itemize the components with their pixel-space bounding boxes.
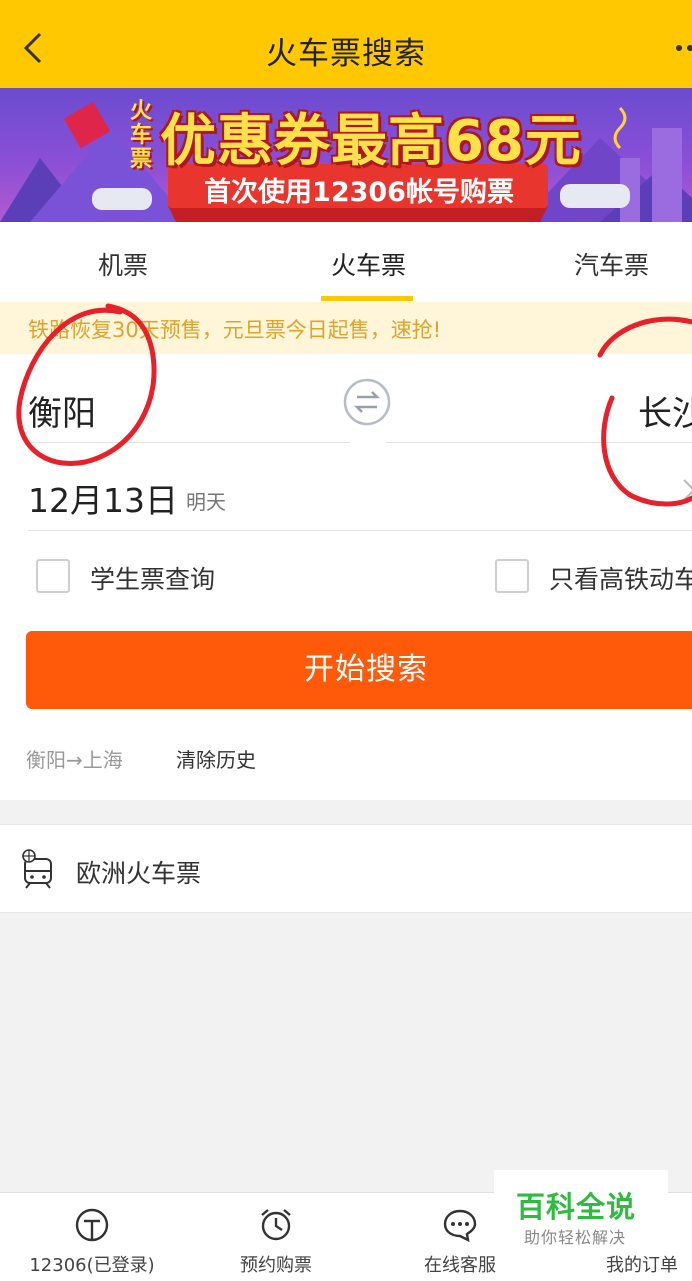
tabbar-label: 在线客服 — [424, 1255, 496, 1276]
status-bar — [0, 0, 692, 8]
tabbar-label: 我的订单 — [606, 1255, 678, 1276]
watermark-title: 百科全说 — [516, 1190, 637, 1224]
history-item[interactable]: 衡阳→上海 — [26, 744, 123, 773]
watermark: 百科全说 助你轻松解决 — [494, 1170, 668, 1252]
student-ticket-checkbox[interactable] — [36, 559, 70, 593]
divider — [28, 530, 692, 531]
arrival-city[interactable]: 长沙 — [638, 386, 692, 435]
tabbar-item-reserve[interactable]: 预约购票 — [196, 1193, 356, 1281]
chat-bubble-icon — [443, 1209, 477, 1243]
departure-date[interactable]: 12月13日 — [28, 474, 178, 522]
highspeed-only-label[interactable]: 只看高铁动车 — [549, 560, 692, 596]
europe-train-entry[interactable]: 欧洲火车票 — [0, 824, 692, 913]
train-logo-icon — [75, 1208, 109, 1242]
tab-bus[interactable]: 汽车票 — [574, 246, 649, 282]
tabbar-label: 预约购票 — [240, 1255, 312, 1276]
search-form: 衡阳 长沙 12月13日 明天 学生票查询 只看高铁动车 开始搜索 衡阳→上海 … — [0, 354, 692, 800]
banner-subtitle: 首次使用12306帐号购票 — [204, 177, 514, 208]
banner-side-text: 火车票 — [130, 99, 153, 172]
date-note: 明天 — [186, 490, 226, 514]
notice-bar[interactable]: 铁路恢复30天预售，元旦票今日起售，速抢! — [0, 302, 692, 354]
divider — [28, 442, 350, 443]
active-tab-indicator — [321, 296, 413, 301]
swap-stations-icon[interactable] — [341, 376, 393, 428]
more-menu-icon[interactable] — [674, 42, 692, 54]
notice-text: 铁路恢复30天预售，元旦票今日起售，速抢! — [28, 318, 442, 342]
alarm-clock-icon — [261, 1209, 291, 1241]
page-title: 火车票搜索 — [266, 36, 426, 72]
student-ticket-label[interactable]: 学生票查询 — [90, 560, 215, 596]
search-button[interactable]: 开始搜索 — [26, 631, 692, 709]
tab-flight[interactable]: 机票 — [98, 246, 148, 282]
watermark-subtitle: 助你轻松解决 — [524, 1228, 627, 1247]
divider — [386, 442, 692, 443]
departure-city[interactable]: 衡阳 — [28, 386, 96, 435]
promo-banner[interactable]: 火车票 优惠券最高68元 首次使用12306帐号购票 — [0, 88, 692, 222]
tabbar-item-12306[interactable]: 12306(已登录) — [12, 1193, 172, 1281]
europe-train-label: 欧洲火车票 — [76, 859, 202, 888]
banner-headline: 优惠券最高68元 — [160, 109, 582, 174]
tab-train[interactable]: 火车票 — [331, 246, 406, 282]
chevron-right-icon — [683, 479, 692, 501]
highspeed-only-checkbox[interactable] — [495, 559, 529, 593]
clear-history-button[interactable]: 清除历史 — [176, 744, 256, 773]
ticket-type-tabs: 机票 火车票 汽车票 — [0, 222, 692, 303]
tabbar-label: 12306(已登录) — [29, 1255, 155, 1276]
train-globe-icon — [22, 849, 52, 889]
top-nav-bar: 火车票搜索 — [0, 8, 692, 88]
